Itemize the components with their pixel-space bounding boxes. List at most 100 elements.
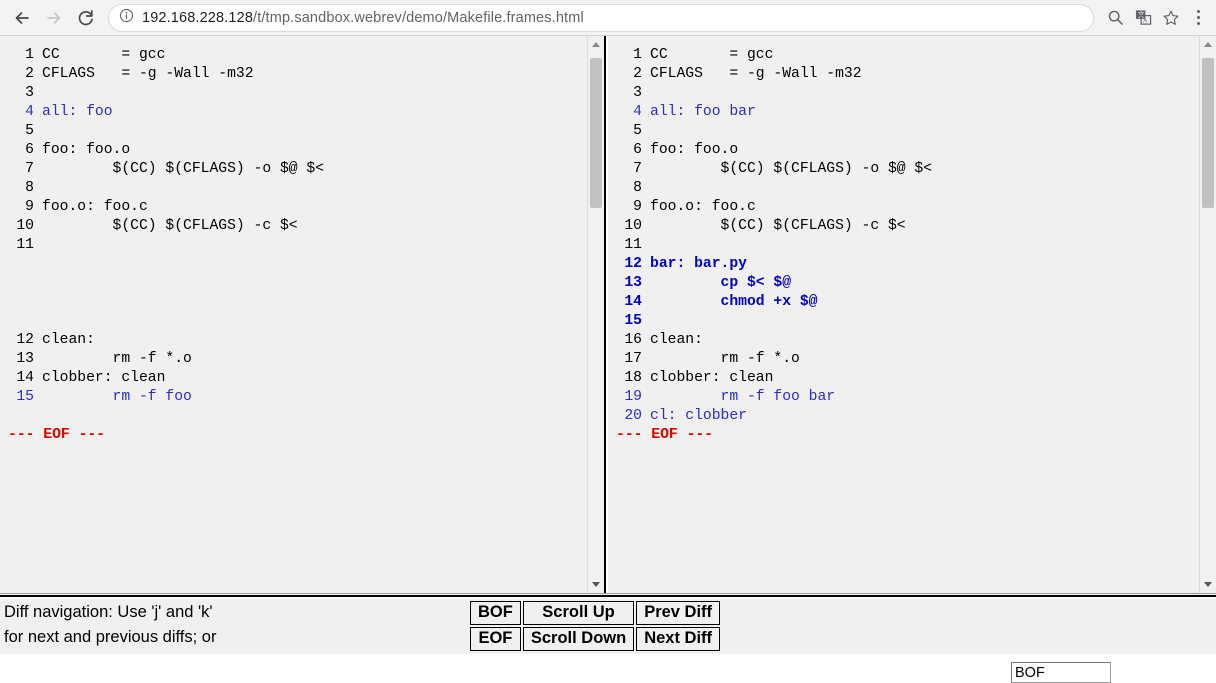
old-file-scrollbar[interactable] [587,36,604,593]
line-text: rm -f foo [42,389,192,405]
help-line-1: Diff navigation: Use 'j' and 'k' [4,603,213,621]
code-line: 9 foo.o: foo.c [0,198,587,217]
translate-icon[interactable]: 文 A [1130,5,1156,31]
line-text: $(CC) $(CFLAGS) -c $< [42,218,298,234]
code-line: 7 $(CC) $(CFLAGS) -o $@ $< [0,160,587,179]
next-diff-button[interactable]: Next Diff [636,627,721,651]
scroll-down-arrow-icon[interactable] [1200,576,1216,593]
old-file-eof-marker: --- EOF --- [8,427,105,443]
scroll-up-arrow-icon[interactable] [1200,36,1216,53]
position-input[interactable] [1011,662,1111,683]
scroll-up-button[interactable]: Scroll Up [522,601,635,625]
code-line: 6 foo: foo.o [0,141,587,160]
code-line: 5 [608,122,1199,141]
code-line: 15 [608,312,1199,331]
line-text: clean: [42,332,95,348]
line-number: 2 [25,66,34,82]
old-file-code-area: 1 CC = gcc 2 CFLAGS = -g -Wall -m32 3 4 all: f… [0,36,587,593]
kebab-menu-icon[interactable] [1184,2,1212,34]
line-number: 14 [624,294,642,310]
prev-diff-button[interactable]: Prev Diff [636,601,721,625]
line-number: 7 [633,161,642,177]
code-line: 7 $(CC) $(CFLAGS) -o $@ $< [608,160,1199,179]
code-line: 11 [0,236,587,255]
arrow-left-icon [15,11,29,24]
line-number: 10 [16,218,34,234]
url-host: 192.168.228.128 [142,9,254,26]
eof-button[interactable]: EOF [470,627,521,651]
forward-button[interactable] [38,2,70,34]
code-line: 18 clobber: clean [608,369,1199,388]
line-number: 3 [25,85,34,101]
url-bar[interactable]: 192.168.228.128/t/tmp.sandbox.webrev/dem… [108,3,1094,32]
code-line: 15 rm -f foo [0,388,587,407]
code-line: 16 clean: [608,331,1199,350]
line-text: cl: clobber [650,408,747,424]
new-file-eof-marker: --- EOF --- [616,427,713,443]
omnibox-actions: 文 A [1102,5,1184,31]
line-text: CFLAGS = -g -Wall -m32 [42,66,254,82]
reload-button[interactable] [70,2,102,34]
scrollbar-thumb[interactable] [590,58,602,208]
line-text: CC = gcc [42,47,166,63]
line-number: 19 [624,389,642,405]
line-text: bar: bar.py [650,256,747,272]
line-number: 15 [624,313,642,329]
line-number: 15 [16,389,34,405]
menu-dot [1196,22,1200,25]
bof-button[interactable]: BOF [470,601,521,625]
menu-dot [1196,16,1200,19]
code-line: 6 foo: foo.o [608,141,1199,160]
diff-navigation-bar: Diff navigation: Use 'j' and 'k' for nex… [0,598,1216,654]
info-circle-icon[interactable] [119,8,134,28]
line-number: 11 [16,237,34,253]
new-file-scrollbar[interactable] [1199,36,1216,593]
line-text: rm -f *.o [650,351,800,367]
scrollbar-thumb[interactable] [1202,58,1214,208]
code-line: 13 cp $< $@ [608,274,1199,293]
line-text: clean: [650,332,703,348]
code-line: 5 [0,122,587,141]
line-text: foo: foo.o [42,142,131,158]
scroll-down-button[interactable]: Scroll Down [522,627,635,651]
scroll-down-arrow-icon[interactable] [588,576,604,593]
diff-frames: 1 CC = gcc 2 CFLAGS = -g -Wall -m32 3 4 all: f… [0,36,1216,593]
url-text: 192.168.228.128/t/tmp.sandbox.webrev/dem… [142,10,584,26]
line-number: 1 [25,47,34,63]
frame-divider[interactable] [0,593,1216,597]
line-number: 9 [633,199,642,215]
bookmark-star-icon[interactable] [1158,5,1184,31]
navigation-button-table: BOF Scroll Up Prev Diff EOF Scroll Down … [468,599,723,653]
new-file-code: 1 CC = gcc 2 CFLAGS = -g -Wall -m32 3 4 all: f… [608,46,1199,426]
line-number: 13 [624,275,642,291]
line-text: CFLAGS = -g -Wall -m32 [650,66,862,82]
code-line: 2 CFLAGS = -g -Wall -m32 [0,65,587,84]
line-text: CC = gcc [650,47,774,63]
scroll-up-arrow-icon[interactable] [588,36,604,53]
line-number: 4 [25,104,34,120]
line-text: clobber: clean [42,370,166,386]
search-icon[interactable] [1102,5,1128,31]
line-number: 13 [16,351,34,367]
code-line: 1 CC = gcc [0,46,587,65]
line-number: 5 [633,123,642,139]
line-number: 6 [633,142,642,158]
nav-button-row: EOF Scroll Down Next Diff [470,627,721,651]
line-number: 17 [624,351,642,367]
old-file-pane: 1 CC = gcc 2 CFLAGS = -g -Wall -m32 3 4 all: f… [0,36,606,593]
line-number: 1 [633,47,642,63]
line-number: 10 [624,218,642,234]
line-text: $(CC) $(CFLAGS) -c $< [650,218,906,234]
svg-text:A: A [1143,18,1148,25]
code-line: 20 cl: clobber [608,407,1199,426]
code-line: 2 CFLAGS = -g -Wall -m32 [608,65,1199,84]
code-line: 1 CC = gcc [608,46,1199,65]
line-number: 8 [633,180,642,196]
line-number: 12 [624,256,642,272]
line-number: 8 [25,180,34,196]
menu-dot [1196,10,1200,13]
line-number: 16 [624,332,642,348]
back-button[interactable] [6,2,38,34]
